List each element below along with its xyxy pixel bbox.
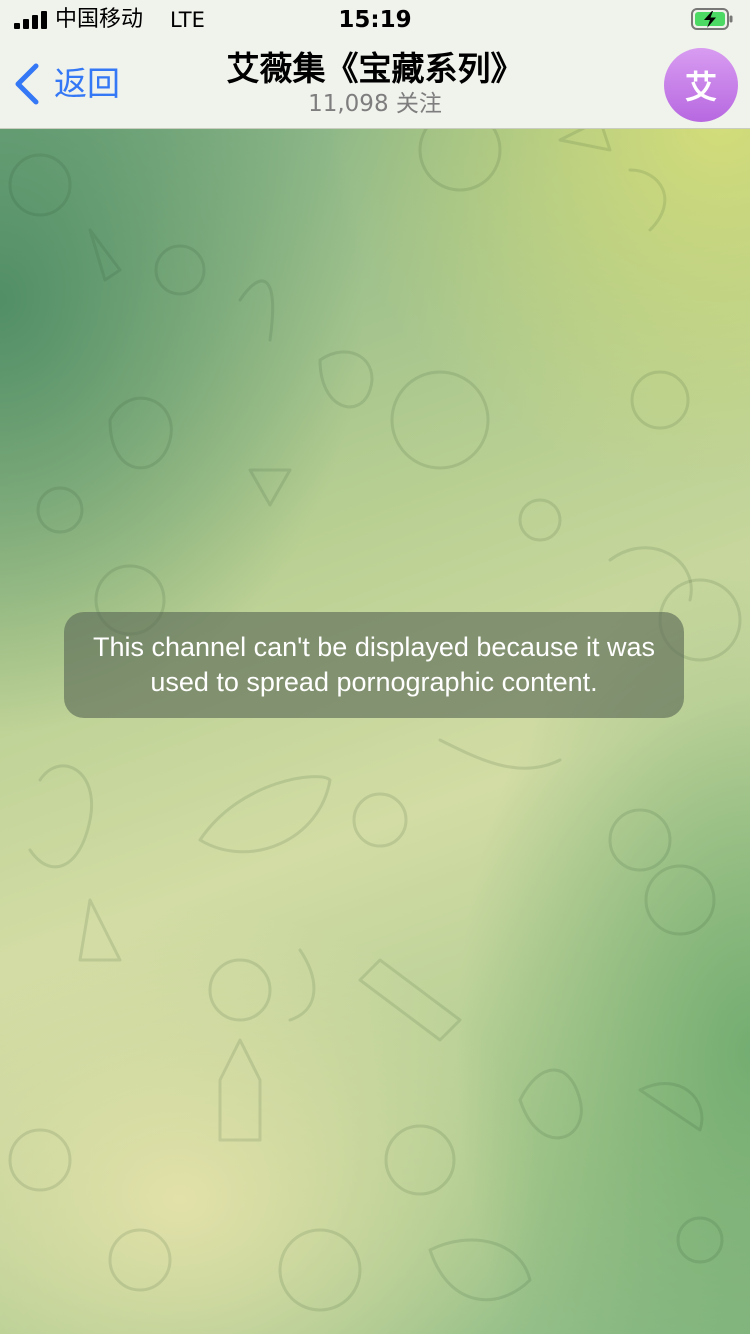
channel-title[interactable]: 艾薇集《宝藏系列》	[150, 48, 600, 90]
battery-charging-icon	[691, 8, 733, 30]
status-bar: 中国移动 LTE 15:19	[0, 0, 750, 40]
clock-time: 15:19	[338, 7, 412, 33]
back-button[interactable]: 返回	[12, 56, 120, 112]
chevron-left-icon	[15, 63, 39, 105]
notice-message: This channel can't be displayed because …	[93, 632, 655, 697]
subscriber-count: 11,098 关注	[308, 91, 442, 117]
navigation-bar: 返回 艾薇集《宝藏系列》 11,098 关注 艾	[0, 40, 750, 129]
channel-unavailable-notice: This channel can't be displayed because …	[64, 612, 684, 718]
back-label: 返回	[54, 64, 120, 103]
channel-avatar[interactable]: 艾	[664, 48, 738, 122]
